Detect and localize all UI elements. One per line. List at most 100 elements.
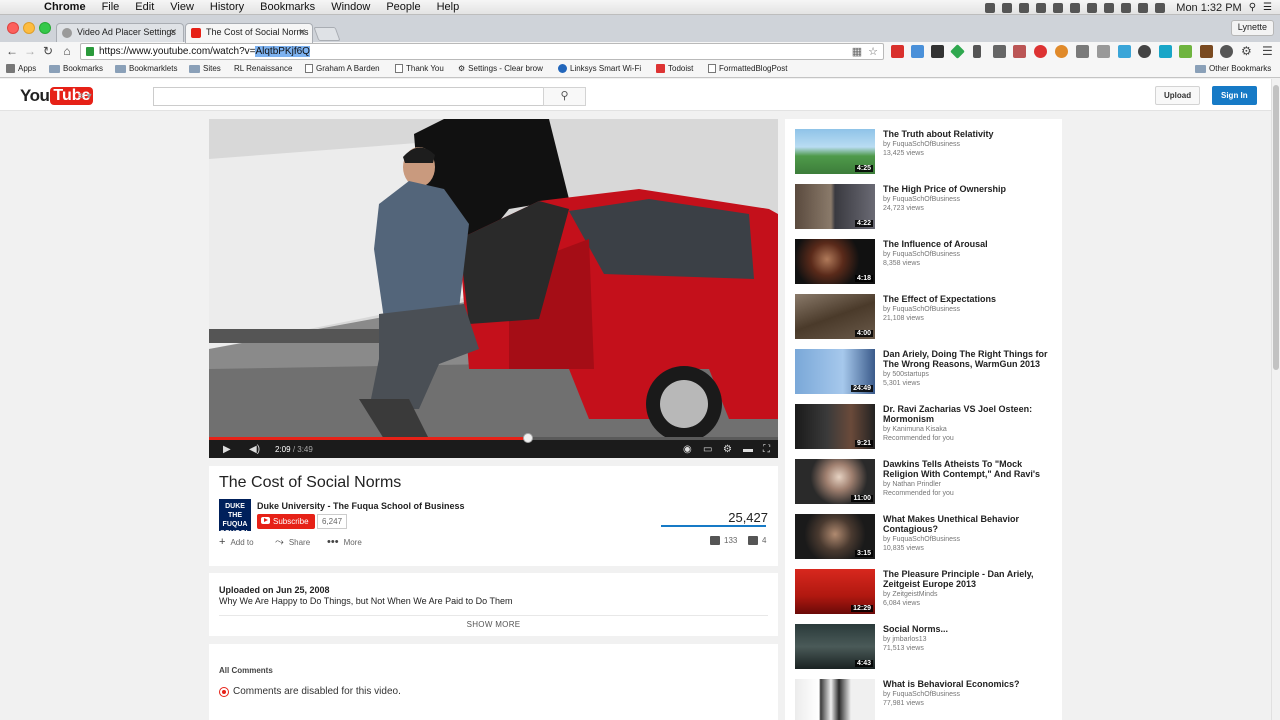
share-button[interactable]: ⤳ Share — [275, 536, 310, 549]
bookmark-graham[interactable]: Graham A Barden — [305, 64, 380, 73]
related-video[interactable]: What is Behavioral Economics? by FuquaSc… — [795, 679, 1055, 720]
related-title[interactable]: The High Price of Ownership — [883, 184, 1053, 194]
menu-file[interactable]: File — [94, 1, 128, 13]
bookmark-other[interactable]: Other Bookmarks — [1195, 64, 1271, 73]
menu-window[interactable]: Window — [323, 1, 378, 13]
status-icon[interactable] — [1036, 2, 1047, 13]
bookmark-settings[interactable]: ⚙ Settings - Clear brow — [458, 64, 543, 73]
extension-icon[interactable] — [1179, 45, 1192, 58]
extension-icon[interactable] — [1138, 45, 1151, 58]
status-icon[interactable] — [985, 2, 996, 13]
fullscreen-icon[interactable]: ⛶ — [763, 444, 770, 455]
bookmark-bookmarklets[interactable]: Bookmarklets — [115, 64, 177, 73]
search-input[interactable] — [153, 87, 544, 106]
related-video[interactable]: 9:21 Dr. Ravi Zacharias VS Joel Osteen: … — [795, 404, 1055, 451]
dislike-button[interactable]: 4 — [748, 536, 766, 545]
profile-button[interactable]: Lynette — [1230, 20, 1274, 36]
video-thumbnail[interactable]: 12:29 — [795, 569, 875, 614]
menu-people[interactable]: People — [378, 1, 428, 13]
chrome-menu-icon[interactable]: ☰ — [1262, 45, 1275, 58]
search-button[interactable]: ⚲ — [543, 87, 586, 106]
extension-icon[interactable] — [973, 45, 981, 58]
related-channel[interactable]: by FuquaSchOfBusiness — [883, 141, 960, 148]
wifi-icon[interactable] — [1138, 2, 1149, 13]
menu-bookmarks[interactable]: Bookmarks — [252, 1, 323, 13]
related-title[interactable]: What Makes Unethical Behavior Contagious… — [883, 514, 1053, 534]
related-video[interactable]: 4:22 The High Price of Ownership by Fuqu… — [795, 184, 1055, 231]
video-thumbnail[interactable]: 24:49 — [795, 349, 875, 394]
extension-icon[interactable] — [1200, 45, 1213, 58]
related-channel[interactable]: by FuquaSchOfBusiness — [883, 536, 960, 543]
extension-icon[interactable] — [993, 45, 1006, 58]
settings-icon[interactable]: ⚙ — [723, 444, 732, 455]
status-icon[interactable] — [1087, 2, 1098, 13]
related-title[interactable]: The Effect of Expectations — [883, 294, 1053, 304]
status-icon[interactable] — [1053, 2, 1064, 13]
sign-in-button[interactable]: Sign In — [1212, 86, 1257, 105]
related-channel[interactable]: by Kanimuna Kisaka — [883, 426, 947, 433]
related-video[interactable]: 12:29 The Pleasure Principle - Dan Ariel… — [795, 569, 1055, 616]
extension-icon[interactable] — [1220, 45, 1233, 58]
menu-view[interactable]: View — [162, 1, 202, 13]
bookmark-apps[interactable]: Apps — [6, 64, 36, 73]
like-button[interactable]: 133 — [710, 536, 737, 545]
zoom-window-icon[interactable] — [39, 22, 51, 34]
video-thumbnail[interactable]: 4:18 — [795, 239, 875, 284]
related-title[interactable]: The Pleasure Principle - Dan Ariely, Zei… — [883, 569, 1053, 589]
seek-handle[interactable] — [523, 433, 533, 443]
video-thumbnail[interactable]: 3:15 — [795, 514, 875, 559]
video-player[interactable]: ▶ ◀) 2:09 / 3:49 ◉ ▭ ⚙ ▬ ⛶ — [209, 119, 778, 458]
bookmark-star-icon[interactable]: ☆ — [867, 46, 879, 58]
more-button[interactable]: ••• More — [327, 536, 362, 548]
close-tab-icon[interactable]: ✕ — [298, 27, 306, 38]
new-tab-button[interactable] — [313, 27, 341, 41]
close-tab-icon[interactable]: ✕ — [169, 27, 177, 38]
related-channel[interactable]: by FuquaSchOfBusiness — [883, 251, 960, 258]
video-thumbnail[interactable] — [795, 679, 875, 720]
status-icon[interactable] — [1070, 2, 1081, 13]
bookmark-bookmarks[interactable]: Bookmarks — [49, 64, 103, 73]
related-channel[interactable]: by FuquaSchOfBusiness — [883, 306, 960, 313]
bluetooth-icon[interactable] — [1104, 2, 1115, 13]
bookmark-renaissance[interactable]: RL Renaissance — [234, 64, 292, 73]
related-channel[interactable]: by ZeitgeistMinds — [883, 591, 937, 598]
related-video[interactable]: 4:25 The Truth about Relativity by Fuqua… — [795, 129, 1055, 176]
volume-icon[interactable] — [1121, 2, 1132, 13]
guide-menu-icon[interactable]: ≡ ▾ — [78, 91, 92, 102]
spotlight-icon[interactable]: ⚲ — [1249, 2, 1256, 13]
volume-icon[interactable]: ◀) — [249, 444, 260, 455]
bookmark-todoist[interactable]: Todoist — [656, 64, 693, 73]
related-title[interactable]: Social Norms... — [883, 624, 1053, 634]
notification-center-icon[interactable]: ☰ — [1263, 2, 1272, 13]
bookmark-sites[interactable]: Sites — [189, 64, 221, 73]
address-bar[interactable]: https://www.youtube.com/watch?v=AlqtbPKj… — [80, 43, 884, 60]
play-icon[interactable]: ▶ — [223, 444, 231, 455]
video-thumbnail[interactable]: 4:25 — [795, 129, 875, 174]
related-channel[interactable]: by jmbarlos13 — [883, 636, 927, 643]
page-scrollbar[interactable] — [1271, 79, 1280, 720]
related-video[interactable]: 4:43 Social Norms... by jmbarlos13 71,51… — [795, 624, 1055, 671]
bookmark-formattedblogpost[interactable]: FormattedBlogPost — [708, 64, 787, 73]
channel-name[interactable]: Duke University - The Fuqua School of Bu… — [257, 501, 465, 511]
related-video[interactable]: 24:49 Dan Ariely, Doing The Right Things… — [795, 349, 1055, 396]
related-title[interactable]: Dr. Ravi Zacharias VS Joel Osteen: Mormo… — [883, 404, 1053, 424]
upload-button[interactable]: Upload — [1155, 86, 1201, 105]
related-channel[interactable]: by FuquaSchOfBusiness — [883, 691, 960, 698]
reload-icon[interactable]: ↻ — [40, 44, 56, 58]
extension-icon[interactable] — [1034, 45, 1047, 58]
tab-cost-of-social-norms[interactable]: The Cost of Social Norms ✕ — [185, 23, 313, 43]
seek-bar[interactable] — [209, 433, 778, 443]
related-title[interactable]: What is Behavioral Economics? — [883, 679, 1053, 689]
close-window-icon[interactable] — [7, 22, 19, 34]
status-icon[interactable] — [1002, 2, 1013, 13]
related-video[interactable]: 3:15 What Makes Unethical Behavior Conta… — [795, 514, 1055, 561]
extension-icon[interactable] — [911, 45, 924, 58]
minimize-window-icon[interactable] — [23, 22, 35, 34]
menubar-clock[interactable]: Mon 1:32 PM — [1176, 2, 1241, 14]
extension-icon[interactable] — [1076, 45, 1089, 58]
captions-icon[interactable]: ▭ — [703, 444, 712, 455]
extension-icon[interactable] — [1118, 45, 1131, 58]
home-icon[interactable]: ⌂ — [59, 44, 75, 58]
translate-icon[interactable]: ▦ — [851, 46, 863, 58]
show-more-button[interactable]: SHOW MORE — [209, 620, 778, 629]
